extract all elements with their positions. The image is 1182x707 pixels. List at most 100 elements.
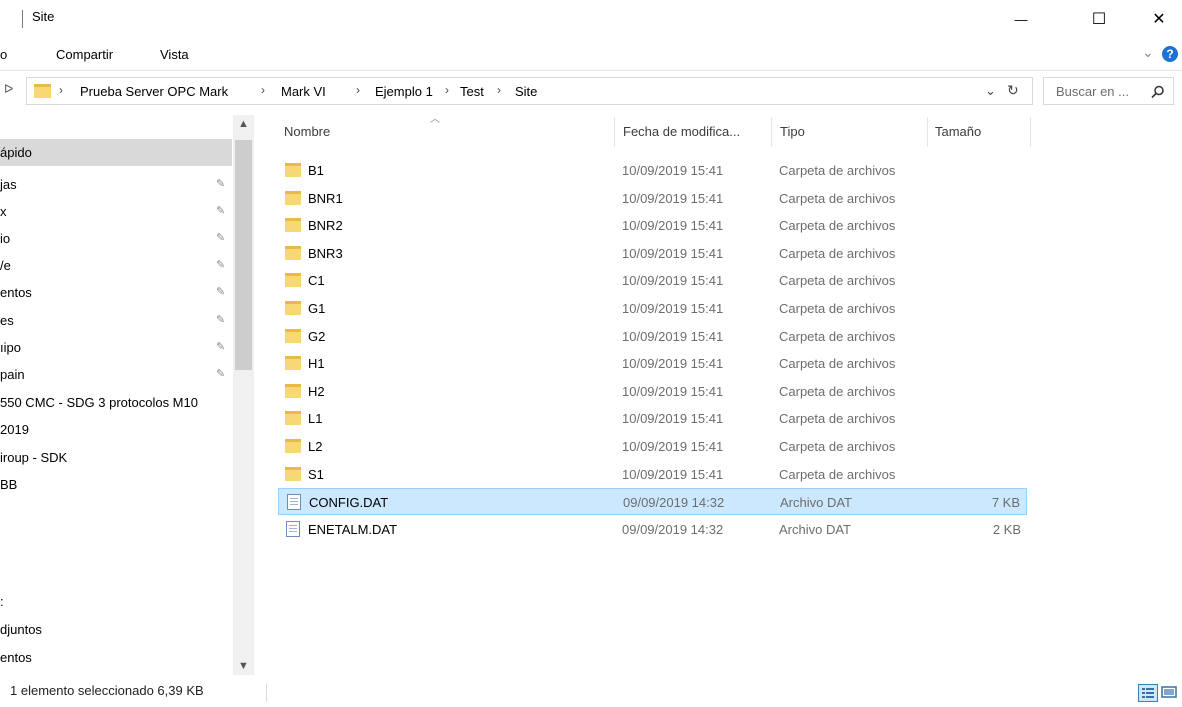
file-date: 10/09/2019 15:41 [622, 466, 724, 482]
column-header-type[interactable]: Tipo [780, 117, 805, 147]
file-row[interactable]: BNR1 10/09/2019 15:41 Carpeta de archivos [278, 185, 1027, 212]
nav-scrollbar-thumb[interactable] [235, 140, 252, 370]
breadcrumb-item[interactable]: Site [515, 84, 537, 99]
breadcrumb-separator[interactable]: › [261, 83, 265, 97]
nav-item[interactable]: BB [0, 471, 232, 498]
file-row[interactable]: S1 10/09/2019 15:41 Carpeta de archivos [278, 461, 1027, 488]
file-row[interactable]: CONFIG.DAT 09/09/2019 14:32 Archivo DAT 7 K… [278, 488, 1027, 516]
nav-item[interactable]: jas ✎ [0, 171, 232, 198]
folder-icon [285, 466, 301, 481]
pin-icon[interactable]: ✎ [216, 225, 225, 252]
help-icon[interactable]: ? [1162, 46, 1178, 62]
refresh-icon[interactable]: ↻ [1007, 82, 1019, 99]
file-type: Carpeta de archivos [779, 190, 896, 206]
folder-icon [285, 245, 301, 260]
nav-item[interactable]: ápido [0, 139, 232, 166]
large-icons-view-icon [1161, 686, 1177, 698]
file-row[interactable]: L1 10/09/2019 15:41 Carpeta de archivos [278, 405, 1027, 432]
pin-icon[interactable]: ✎ [216, 252, 225, 279]
scroll-up-icon[interactable]: ▲ [238, 118, 249, 130]
pin-icon[interactable]: ✎ [216, 198, 225, 225]
minimize-button[interactable]: — [998, 0, 1044, 38]
search-icon[interactable] [1151, 85, 1165, 99]
column-divider[interactable] [1030, 117, 1031, 147]
nav-item[interactable]: 550 CMC - SDG 3 protocolos M10 [0, 389, 232, 416]
file-row[interactable]: BNR3 10/09/2019 15:41 Carpeta de archivos [278, 240, 1027, 267]
column-divider[interactable] [927, 117, 928, 147]
column-header-date[interactable]: Fecha de modifica... [623, 117, 740, 147]
nav-item-label: ápido [0, 145, 32, 160]
nav-item-label: 2019 [0, 422, 29, 437]
nav-item[interactable]: djuntos [0, 616, 232, 643]
search-box[interactable]: Buscar en ... [1043, 77, 1174, 105]
breadcrumb-item[interactable]: Ejemplo 1 [375, 84, 433, 99]
file-row[interactable]: G1 10/09/2019 15:41 Carpeta de archivos [278, 295, 1027, 322]
nav-item[interactable]: io ✎ [0, 225, 232, 252]
address-bar[interactable]: › Prueba Server OPC Mark › Mark VI › Eje… [26, 77, 1033, 105]
file-row[interactable]: C1 10/09/2019 15:41 Carpeta de archivos [278, 267, 1027, 294]
folder-icon [285, 383, 301, 398]
file-row[interactable]: BNR2 10/09/2019 15:41 Carpeta de archivos [278, 212, 1027, 239]
column-divider[interactable] [614, 117, 615, 147]
file-row[interactable]: L2 10/09/2019 15:41 Carpeta de archivos [278, 433, 1027, 460]
breadcrumb-separator[interactable]: › [356, 83, 360, 97]
breadcrumb-separator[interactable]: › [445, 83, 449, 97]
nav-item[interactable]: /e ✎ [0, 252, 232, 279]
column-header-size[interactable]: Tamaño [935, 117, 981, 147]
nav-item[interactable]: pain ✎ [0, 361, 232, 388]
tab-compartir[interactable]: Compartir [56, 47, 113, 62]
status-text: 1 elemento seleccionado 6,39 KB [10, 683, 204, 698]
close-button[interactable]: ✕ [1136, 0, 1182, 38]
tab-vista[interactable]: Vista [160, 47, 189, 62]
file-name: H1 [308, 356, 325, 372]
breadcrumb-separator[interactable]: › [497, 83, 501, 97]
column-divider[interactable] [771, 117, 772, 147]
large-icons-view-button[interactable] [1160, 684, 1180, 702]
maximize-icon: ☐ [1091, 11, 1107, 28]
nav-item[interactable]: es ✎ [0, 307, 232, 334]
pin-icon[interactable]: ✎ [216, 361, 225, 388]
file-type: Carpeta de archivos [779, 466, 896, 482]
address-dropdown-icon[interactable]: ⌄ [985, 83, 996, 99]
pin-icon[interactable]: ✎ [216, 171, 225, 198]
maximize-button[interactable]: ☐ [1076, 0, 1122, 38]
folder-icon [285, 190, 301, 205]
nav-item[interactable]: iroup - SDK [0, 444, 232, 471]
breadcrumb-item[interactable]: Test [460, 84, 484, 99]
column-header-name[interactable]: Nombre [284, 117, 330, 147]
folder-icon [285, 301, 301, 315]
nav-item[interactable]: entos [0, 644, 232, 671]
nav-item[interactable]: ıipo ✎ [0, 334, 232, 361]
nav-item[interactable]: : [0, 588, 232, 615]
back-arrow-icon[interactable]: ᐅ [4, 82, 13, 96]
folder-icon [285, 439, 301, 453]
nav-item[interactable] [0, 526, 232, 553]
pin-icon[interactable]: ✎ [216, 279, 225, 306]
pin-icon[interactable]: ✎ [216, 334, 225, 361]
file-date: 10/09/2019 15:41 [622, 245, 724, 261]
nav-item[interactable]: 2019 [0, 416, 232, 443]
nav-item[interactable]: entos ✎ [0, 279, 232, 306]
nav-item-label: entos [0, 285, 32, 300]
nav-item[interactable] [0, 499, 232, 526]
file-size: 7 KB [991, 495, 1020, 511]
nav-item-label: x [0, 204, 7, 219]
file-row[interactable]: B1 10/09/2019 15:41 Carpeta de archivos [278, 157, 1027, 184]
file-row[interactable]: G2 10/09/2019 15:41 Carpeta de archivos [278, 323, 1027, 350]
pin-icon[interactable]: ✎ [216, 307, 225, 334]
nav-item-label: entos [0, 650, 32, 665]
breadcrumb-separator[interactable]: › [59, 83, 63, 97]
file-row[interactable]: ENETALM.DAT 09/09/2019 14:32 Archivo DAT 2 … [278, 516, 1027, 543]
breadcrumb-item[interactable]: Mark VI [281, 84, 326, 99]
search-input[interactable]: Buscar en ... [1056, 84, 1129, 99]
nav-item[interactable]: x ✎ [0, 198, 232, 225]
nav-item-label: : [0, 594, 4, 609]
nav-item-label: /e [0, 258, 11, 273]
file-row[interactable]: H1 10/09/2019 15:41 Carpeta de archivos [278, 350, 1027, 377]
collapse-ribbon-icon[interactable]: ⌄ [1142, 44, 1154, 61]
scroll-down-icon[interactable]: ▼ [238, 660, 249, 672]
details-view-button[interactable] [1138, 684, 1158, 702]
breadcrumb-item[interactable]: Prueba Server OPC Mark [80, 84, 228, 99]
file-row[interactable]: H2 10/09/2019 15:41 Carpeta de archivos [278, 378, 1027, 405]
tab-inicio[interactable]: o [0, 47, 7, 62]
